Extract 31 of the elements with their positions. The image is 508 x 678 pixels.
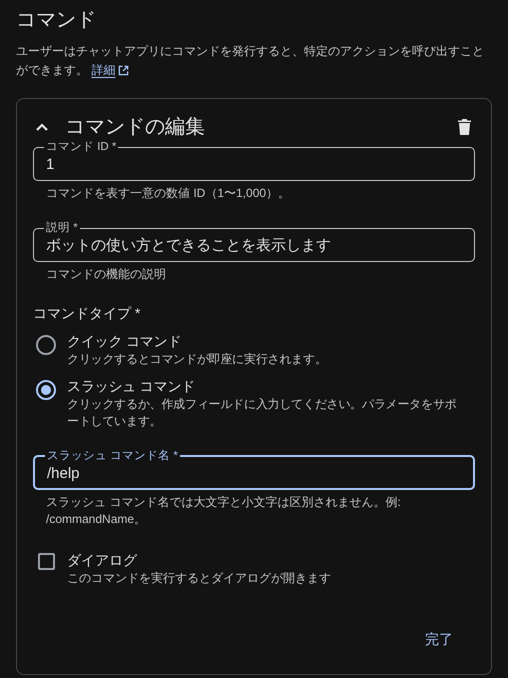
chevron-up-icon: [35, 122, 49, 132]
delete-button[interactable]: [458, 118, 474, 136]
text-field-outline[interactable]: コマンド ID * 1: [33, 141, 475, 181]
external-link-icon: [118, 65, 130, 76]
section-label: コマンドタイプ *: [33, 304, 142, 323]
option-description: クリックするとコマンドが即座に実行されます。: [67, 351, 327, 368]
radio-button[interactable]: [36, 380, 56, 400]
field-label: コマンド ID *: [45, 141, 118, 153]
option-description: クリックするか、作成フィールドに入力してください。パラメータをサポートしています。: [67, 396, 458, 430]
checkbox-label: ダイアログ: [67, 551, 138, 570]
text-field[interactable]: /help: [47, 464, 461, 484]
text-field[interactable]: ボットの使い方とできることを表示します: [46, 236, 462, 256]
trash-icon: [458, 119, 471, 135]
helper-text: スラッシュ コマンド名では大文字と小文字は区別されません。例: /commandName。: [45, 494, 402, 528]
radio-button[interactable]: [36, 335, 56, 355]
option-label: スラッシュ コマンド: [67, 377, 196, 396]
helper-text: コマンドの機能の説明: [45, 266, 167, 283]
helper-text: コマンドを表す一意の数値 ID（1〜1,000）。: [45, 185, 292, 202]
card-title: コマンドの編集: [65, 115, 206, 140]
text-field[interactable]: 1: [46, 155, 462, 175]
page-title: コマンド: [16, 8, 97, 33]
field-label: スラッシュ コマンド名 *: [46, 450, 179, 462]
field-label: 説明 *: [45, 222, 79, 234]
checkbox-description: このコマンドを実行するとダイアログが開きます: [67, 570, 331, 587]
checkbox[interactable]: [38, 553, 55, 570]
text-field-outline[interactable]: スラッシュ コマンド名 * /help: [33, 450, 475, 490]
text-field-outline[interactable]: 説明 * ボットの使い方とできることを表示します: [33, 222, 475, 262]
option-label: クイック コマンド: [67, 332, 182, 351]
done-button[interactable]: 完了: [413, 623, 465, 656]
learn-more-link[interactable]: 詳細: [91, 61, 130, 80]
page-description: ユーザーはチャットアプリにコマンドを発行すると、特定のアクションを呼び出すことができます。 詳細: [16, 42, 492, 80]
